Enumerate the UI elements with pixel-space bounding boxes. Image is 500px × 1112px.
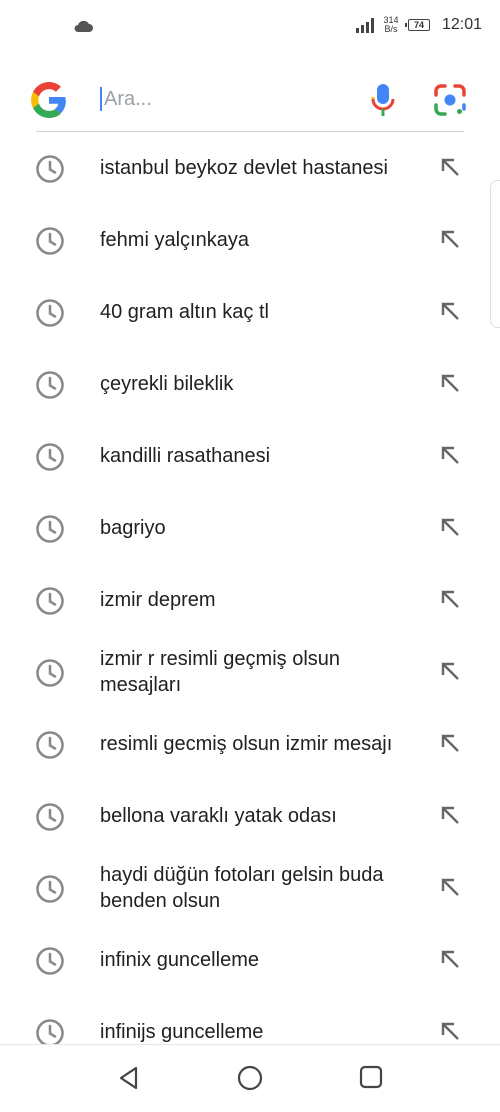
insert-query-arrow-icon[interactable] [439,660,461,687]
history-clock-icon [35,730,65,765]
history-item[interactable]: kandilli rasathanesi [0,420,500,492]
text-cursor [100,87,102,111]
history-clock-icon [35,154,65,189]
google-logo-icon[interactable] [31,82,67,123]
status-time: 12:01 [441,16,482,33]
history-clock-icon [35,586,65,621]
status-bar: 314 B/s 74 12:01 [0,0,500,56]
history-clock-icon [35,946,65,981]
history-item-text: istanbul beykoz devlet hastanesi [100,157,388,179]
history-item[interactable]: izmir r resimli geçmiş olsun mesajları [0,636,500,708]
history-item[interactable]: bellona varaklı yatak odası [0,780,500,852]
history-item[interactable]: fehmi yalçınkaya [0,204,500,276]
history-item[interactable]: haydi düğün fotoları gelsin buda benden … [0,852,500,924]
history-item[interactable]: 40 gram altın kaç tl [0,276,500,348]
signal-icon [355,17,374,33]
navigation-bar [0,1044,500,1112]
history-item[interactable]: infinijs guncelleme [0,996,500,1044]
history-clock-icon [35,802,65,837]
history-clock-icon [35,226,65,261]
history-item-text: izmir deprem [100,589,216,611]
insert-query-arrow-icon[interactable] [439,804,461,831]
back-icon[interactable] [116,1065,142,1096]
microphone-icon[interactable] [371,83,395,122]
history-clock-icon [35,442,65,477]
history-item[interactable]: resimli gecmiş olsun izmir mesajı [0,708,500,780]
insert-query-arrow-icon[interactable] [439,444,461,471]
insert-query-arrow-icon[interactable] [439,876,461,903]
insert-query-arrow-icon[interactable] [439,156,461,183]
home-icon[interactable] [236,1065,264,1098]
insert-query-arrow-icon[interactable] [439,228,461,255]
history-item-text: bagriyo [100,517,166,539]
cloud-icon [73,19,93,37]
insert-query-arrow-icon[interactable] [439,300,461,327]
history-item-text: kandilli rasathanesi [100,445,271,467]
edge-panel-handle[interactable] [490,180,500,328]
google-lens-icon[interactable] [433,83,467,122]
history-item[interactable]: bagriyo [0,492,500,564]
history-clock-icon [35,658,65,693]
history-clock-icon [35,514,65,549]
history-item-text: infinix guncelleme [100,949,259,971]
history-clock-icon [35,874,65,909]
search-history-list: istanbul beykoz devlet hastanesi fehmi y… [0,132,500,1044]
insert-query-arrow-icon[interactable] [439,372,461,399]
history-item-text: çeyrekli bileklik [100,373,234,395]
battery-icon: 74 [404,19,430,31]
history-clock-icon [35,1018,65,1044]
history-item[interactable]: çeyrekli bileklik [0,348,500,420]
history-item[interactable]: izmir deprem [0,564,500,636]
insert-query-arrow-icon[interactable] [439,516,461,543]
history-item-text: 40 gram altın kaç tl [100,301,269,323]
network-speed-unit: B/s [384,24,398,34]
search-input[interactable] [104,86,344,112]
insert-query-arrow-icon[interactable] [439,588,461,615]
search-bar [0,66,500,132]
insert-query-arrow-icon[interactable] [439,948,461,975]
history-item-text: izmir r resimli geçmiş olsun mesajları [100,648,341,696]
history-item[interactable]: infinix guncelleme [0,924,500,996]
recents-icon[interactable] [358,1065,384,1096]
history-clock-icon [35,298,65,333]
network-speed: 314 B/s [380,16,402,34]
history-item-text: bellona varaklı yatak odası [100,805,337,827]
history-item-text: resimli gecmiş olsun izmir mesajı [100,733,393,755]
insert-query-arrow-icon[interactable] [439,732,461,759]
history-clock-icon [35,370,65,405]
history-item-text: infinijs guncelleme [100,1021,264,1043]
history-item-text: fehmi yalçınkaya [100,229,249,251]
history-item-text: haydi düğün fotoları gelsin buda benden … [100,864,384,912]
insert-query-arrow-icon[interactable] [439,1020,461,1044]
history-item[interactable]: istanbul beykoz devlet hastanesi [0,132,500,204]
